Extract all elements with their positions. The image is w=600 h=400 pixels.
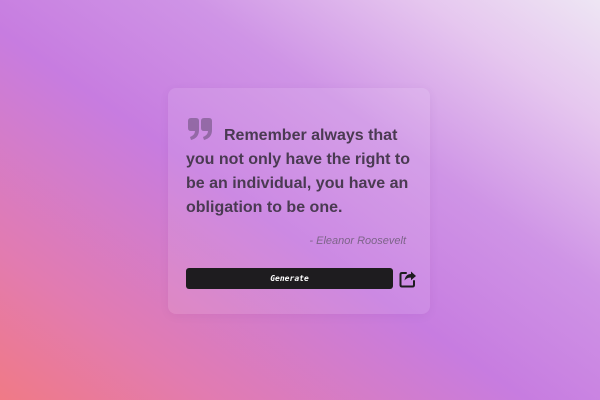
share-icon[interactable]: [399, 270, 417, 288]
generate-button[interactable]: Generate: [186, 268, 393, 289]
quote-text: Remember always that you not only have t…: [186, 127, 410, 216]
quote-card: Remember always that you not only have t…: [168, 88, 430, 314]
quote-author: - Eleanor Roosevelt: [309, 235, 406, 247]
